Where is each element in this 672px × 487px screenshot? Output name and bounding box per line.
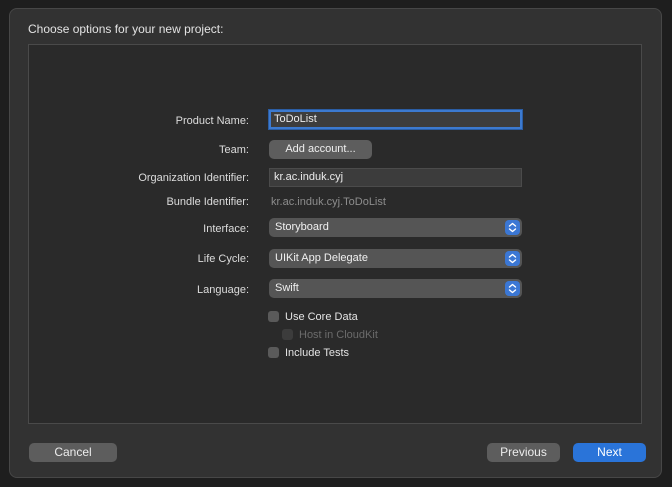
language-label: Language:	[197, 284, 249, 296]
life-cycle-label: Life Cycle:	[197, 253, 249, 265]
bundle-identifier-value: kr.ac.induk.cyj.ToDoList	[271, 196, 386, 208]
team-label: Team:	[219, 144, 249, 156]
language-popup-value: Swift	[275, 282, 299, 294]
host-in-cloudkit-label: Host in CloudKit	[299, 329, 378, 341]
host-in-cloudkit-checkbox: Host in CloudKit	[282, 329, 378, 341]
dialog-title: Choose options for your new project:	[28, 22, 224, 36]
interface-label: Interface:	[203, 223, 249, 235]
checkbox-box	[282, 329, 293, 340]
popup-chevrons-icon	[505, 281, 520, 296]
life-cycle-popup-value: UIKit App Delegate	[275, 252, 368, 264]
popup-chevrons-icon	[505, 220, 520, 235]
checkbox-box	[268, 347, 279, 358]
organization-identifier-input[interactable]: kr.ac.induk.cyj	[269, 168, 522, 187]
next-button[interactable]: Next	[573, 443, 646, 462]
new-project-dialog: Choose options for your new project: Pro…	[9, 8, 662, 478]
include-tests-label: Include Tests	[285, 347, 350, 359]
organization-identifier-label: Organization Identifier:	[138, 172, 249, 184]
product-name-label: Product Name:	[175, 115, 249, 127]
previous-button[interactable]: Previous	[487, 443, 560, 462]
checkbox-box	[268, 311, 279, 322]
interface-popup-value: Storyboard	[275, 221, 329, 233]
cancel-button[interactable]: Cancel	[29, 443, 117, 462]
language-popup[interactable]: Swift	[269, 279, 522, 298]
include-tests-checkbox[interactable]: Include Tests	[268, 347, 349, 359]
bundle-identifier-label: Bundle Identifier:	[166, 196, 249, 208]
life-cycle-popup[interactable]: UIKit App Delegate	[269, 249, 522, 268]
popup-chevrons-icon	[505, 251, 520, 266]
interface-popup[interactable]: Storyboard	[269, 218, 522, 237]
product-name-input[interactable]: ToDoList	[269, 110, 522, 129]
use-core-data-label: Use Core Data	[285, 311, 358, 323]
add-account-button[interactable]: Add account...	[269, 140, 372, 159]
use-core-data-checkbox[interactable]: Use Core Data	[268, 311, 358, 323]
